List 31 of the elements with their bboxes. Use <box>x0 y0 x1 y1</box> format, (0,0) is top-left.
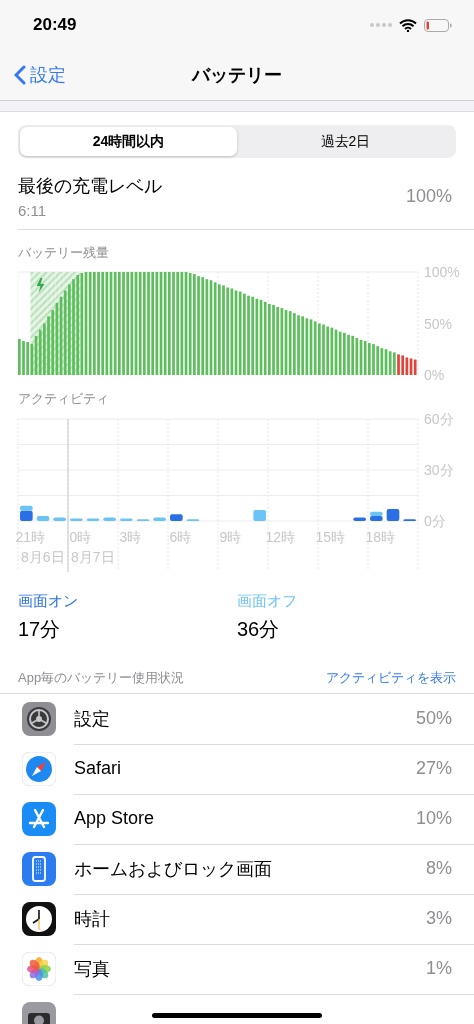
segment-tab[interactable]: 過去2日 <box>237 127 454 156</box>
app-name: 写真 <box>74 957 110 981</box>
app-percent: 10% <box>415 808 452 829</box>
app-name: Safari <box>74 758 122 779</box>
page-title: バッテリー <box>192 64 282 87</box>
app-name: 設定 <box>74 707 110 731</box>
app-percent: 1% <box>426 958 452 979</box>
section-header: App毎のバッテリー使用状況 <box>18 669 185 687</box>
app-percent: 3% <box>426 908 452 929</box>
app-percent: 50% <box>415 708 452 729</box>
app-name: App Store <box>74 808 155 829</box>
app-percent: 8% <box>426 858 452 879</box>
stat-value: 17分 <box>18 617 62 642</box>
last-charge-time: 6:11 <box>18 202 48 219</box>
show-activity-link[interactable]: アクティビティを表示 <box>326 669 456 687</box>
axis-label: 0% <box>424 367 445 383</box>
stat-label: 画面オン <box>18 592 79 611</box>
stat-value: 36分 <box>237 617 281 642</box>
axis-label: 100% <box>424 264 460 280</box>
segment-tab[interactable]: 24時間以内 <box>20 127 237 156</box>
chart-title: バッテリー残量 <box>18 244 110 262</box>
last-charge-value: 100% <box>405 186 452 207</box>
axis-label: 50% <box>424 315 453 332</box>
last-charge-label: 最後の充電レベル <box>18 175 162 198</box>
app-name: ホームおよびロック画面 <box>74 857 272 881</box>
back-button[interactable]: 設定 <box>0 63 66 87</box>
app-percent: 27% <box>415 758 452 779</box>
chart-title: アクティビティ <box>18 390 110 408</box>
app-name: 時計 <box>74 907 110 931</box>
stat-label: 画面オフ <box>237 592 298 611</box>
status-time: 20:49 <box>33 15 77 35</box>
